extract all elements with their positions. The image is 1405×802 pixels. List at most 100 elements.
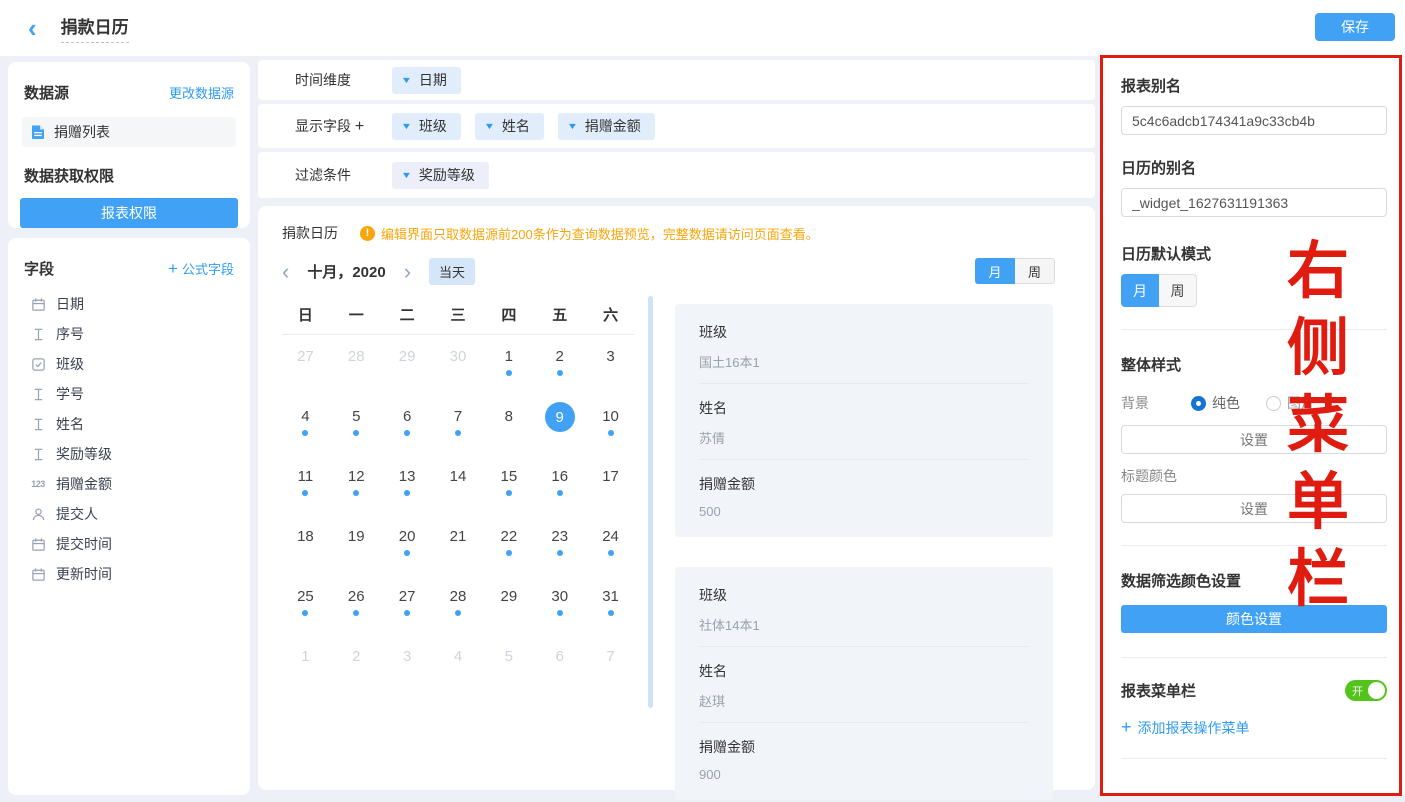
calendar-alias-input[interactable] — [1121, 188, 1387, 217]
day-cell-2[interactable]: 2 — [331, 647, 382, 695]
day-number: 2 — [331, 647, 382, 667]
background-color-setting-button[interactable]: 设置 — [1121, 425, 1387, 454]
field-item-2[interactable]: 序号 — [20, 319, 238, 349]
field-item-5[interactable]: 姓名 — [20, 409, 238, 439]
filter-row: 过滤条件 ▼奖励等级 — [258, 152, 1095, 198]
day-cell-29[interactable]: 29 — [483, 587, 534, 635]
day-cell-21[interactable]: 21 — [433, 527, 484, 575]
field-item-label: 更新时间 — [56, 564, 112, 584]
field-item-7[interactable]: 123捐赠金额 — [20, 469, 238, 499]
event-dot-icon — [353, 610, 359, 616]
day-cell-27[interactable]: 27 — [382, 587, 433, 635]
field-item-1[interactable]: 日期 — [20, 289, 238, 319]
day-cell-7[interactable]: 7 — [433, 407, 484, 455]
day-cell-29[interactable]: 29 — [382, 347, 433, 395]
field-item-label: 提交人 — [56, 504, 98, 524]
field-item-10[interactable]: 更新时间 — [20, 559, 238, 589]
field-tag[interactable]: ▼奖励等级 — [392, 162, 489, 189]
day-cell-27[interactable]: 27 — [280, 347, 331, 395]
day-cell-6[interactable]: 6 — [534, 647, 585, 695]
field-tag[interactable]: ▼日期 — [392, 67, 461, 94]
day-cell-25[interactable]: 25 — [280, 587, 331, 635]
day-cell-24[interactable]: 24 — [585, 527, 636, 575]
event-card-2[interactable]: 班级社体14本1姓名赵琪捐赠金额900 — [675, 567, 1053, 800]
day-cell-30[interactable]: 30 — [433, 347, 484, 395]
day-cell-5[interactable]: 5 — [483, 647, 534, 695]
save-button[interactable]: 保存 — [1315, 13, 1395, 41]
day-cell-5[interactable]: 5 — [331, 407, 382, 455]
add-report-menu-link[interactable]: + 添加报表操作菜单 — [1121, 717, 1387, 738]
field-tag[interactable]: ▼姓名 — [475, 113, 544, 140]
day-cell-7[interactable]: 7 — [585, 647, 636, 695]
day-cell-9[interactable]: 9 — [534, 407, 585, 455]
datasource-item[interactable]: 捐赠列表 — [22, 117, 236, 147]
day-cell-17[interactable]: 17 — [585, 467, 636, 515]
add-formula-field-link[interactable]: + 公式字段 — [168, 259, 234, 279]
day-cell-31[interactable]: 31 — [585, 587, 636, 635]
field-item-6[interactable]: 奖励等级 — [20, 439, 238, 469]
day-cell-15[interactable]: 15 — [483, 467, 534, 515]
day-cell-4[interactable]: 4 — [433, 647, 484, 695]
fields-list: 日期序号班级学号姓名奖励等级123捐赠金额提交人提交时间更新时间 — [20, 289, 238, 589]
report-permission-button[interactable]: 报表权限 — [20, 198, 238, 228]
day-cell-2[interactable]: 2 — [534, 347, 585, 395]
field-item-8[interactable]: 提交人 — [20, 499, 238, 529]
day-cell-19[interactable]: 19 — [331, 527, 382, 575]
day-cell-26[interactable]: 26 — [331, 587, 382, 635]
report-alias-input[interactable] — [1121, 106, 1387, 135]
field-item-4[interactable]: 学号 — [20, 379, 238, 409]
bg-solid-radio[interactable]: 纯色 — [1191, 393, 1240, 413]
bg-image-radio[interactable]: 图片 — [1266, 393, 1315, 413]
day-cell-1[interactable]: 1 — [483, 347, 534, 395]
calendar-alias-label: 日历的别名 — [1121, 157, 1387, 178]
field-tag[interactable]: ▼捐赠金额 — [558, 113, 655, 140]
day-cell-11[interactable]: 11 — [280, 467, 331, 515]
day-cell-16[interactable]: 16 — [534, 467, 585, 515]
field-item-9[interactable]: 提交时间 — [20, 529, 238, 559]
calendar-icon — [30, 537, 46, 552]
field-tag[interactable]: ▼班级 — [392, 113, 461, 140]
day-cell-14[interactable]: 14 — [433, 467, 484, 515]
day-cell-28[interactable]: 28 — [331, 347, 382, 395]
day-number: 11 — [280, 467, 331, 487]
event-dot-icon — [557, 370, 563, 376]
next-month-icon[interactable]: › — [404, 261, 411, 283]
day-cell-18[interactable]: 18 — [280, 527, 331, 575]
day-cell-20[interactable]: 20 — [382, 527, 433, 575]
month-label: 十月，2020 — [307, 261, 385, 282]
day-cell-6[interactable]: 6 — [382, 407, 433, 455]
view-month-button[interactable]: 月 — [975, 258, 1015, 284]
day-cell-4[interactable]: 4 — [280, 407, 331, 455]
time-dimension-row: 时间维度 ▼日期 — [258, 60, 1095, 100]
day-cell-10[interactable]: 10 — [585, 407, 636, 455]
add-display-field-icon[interactable]: + — [355, 118, 364, 135]
day-cell-3[interactable]: 3 — [585, 347, 636, 395]
mode-month-button[interactable]: 月 — [1121, 274, 1159, 307]
title-color-setting-button[interactable]: 设置 — [1121, 494, 1387, 523]
day-cell-13[interactable]: 13 — [382, 467, 433, 515]
day-cell-1[interactable]: 1 — [280, 647, 331, 695]
event-card-1[interactable]: 班级国土16本1姓名苏倩捐赠金额500 — [675, 304, 1053, 537]
mode-week-button[interactable]: 周 — [1159, 274, 1197, 307]
day-cell-22[interactable]: 22 — [483, 527, 534, 575]
color-setting-button[interactable]: 颜色设置 — [1121, 605, 1387, 633]
day-cell-12[interactable]: 12 — [331, 467, 382, 515]
day-cell-23[interactable]: 23 — [534, 527, 585, 575]
change-datasource-link[interactable]: 更改数据源 — [169, 83, 234, 102]
prev-month-icon[interactable]: ‹ — [282, 261, 289, 283]
day-cell-3[interactable]: 3 — [382, 647, 433, 695]
events-scrollbar[interactable] — [648, 296, 653, 708]
day-number: 5 — [483, 647, 534, 667]
event-field-value: 社体14本1 — [699, 615, 1029, 634]
back-icon[interactable]: ‹ — [28, 15, 37, 41]
field-item-3[interactable]: 班级 — [20, 349, 238, 379]
display-fields-row: 显示字段 + ▼班级▼姓名▼捐赠金额 — [258, 104, 1095, 148]
day-number: 31 — [585, 587, 636, 607]
view-week-button[interactable]: 周 — [1015, 258, 1055, 284]
day-cell-28[interactable]: 28 — [433, 587, 484, 635]
today-button[interactable]: 当天 — [429, 258, 475, 285]
day-cell-8[interactable]: 8 — [483, 407, 534, 455]
menu-bar-toggle[interactable]: 开 — [1345, 680, 1387, 701]
caret-down-icon: ▼ — [484, 121, 496, 131]
day-cell-30[interactable]: 30 — [534, 587, 585, 635]
